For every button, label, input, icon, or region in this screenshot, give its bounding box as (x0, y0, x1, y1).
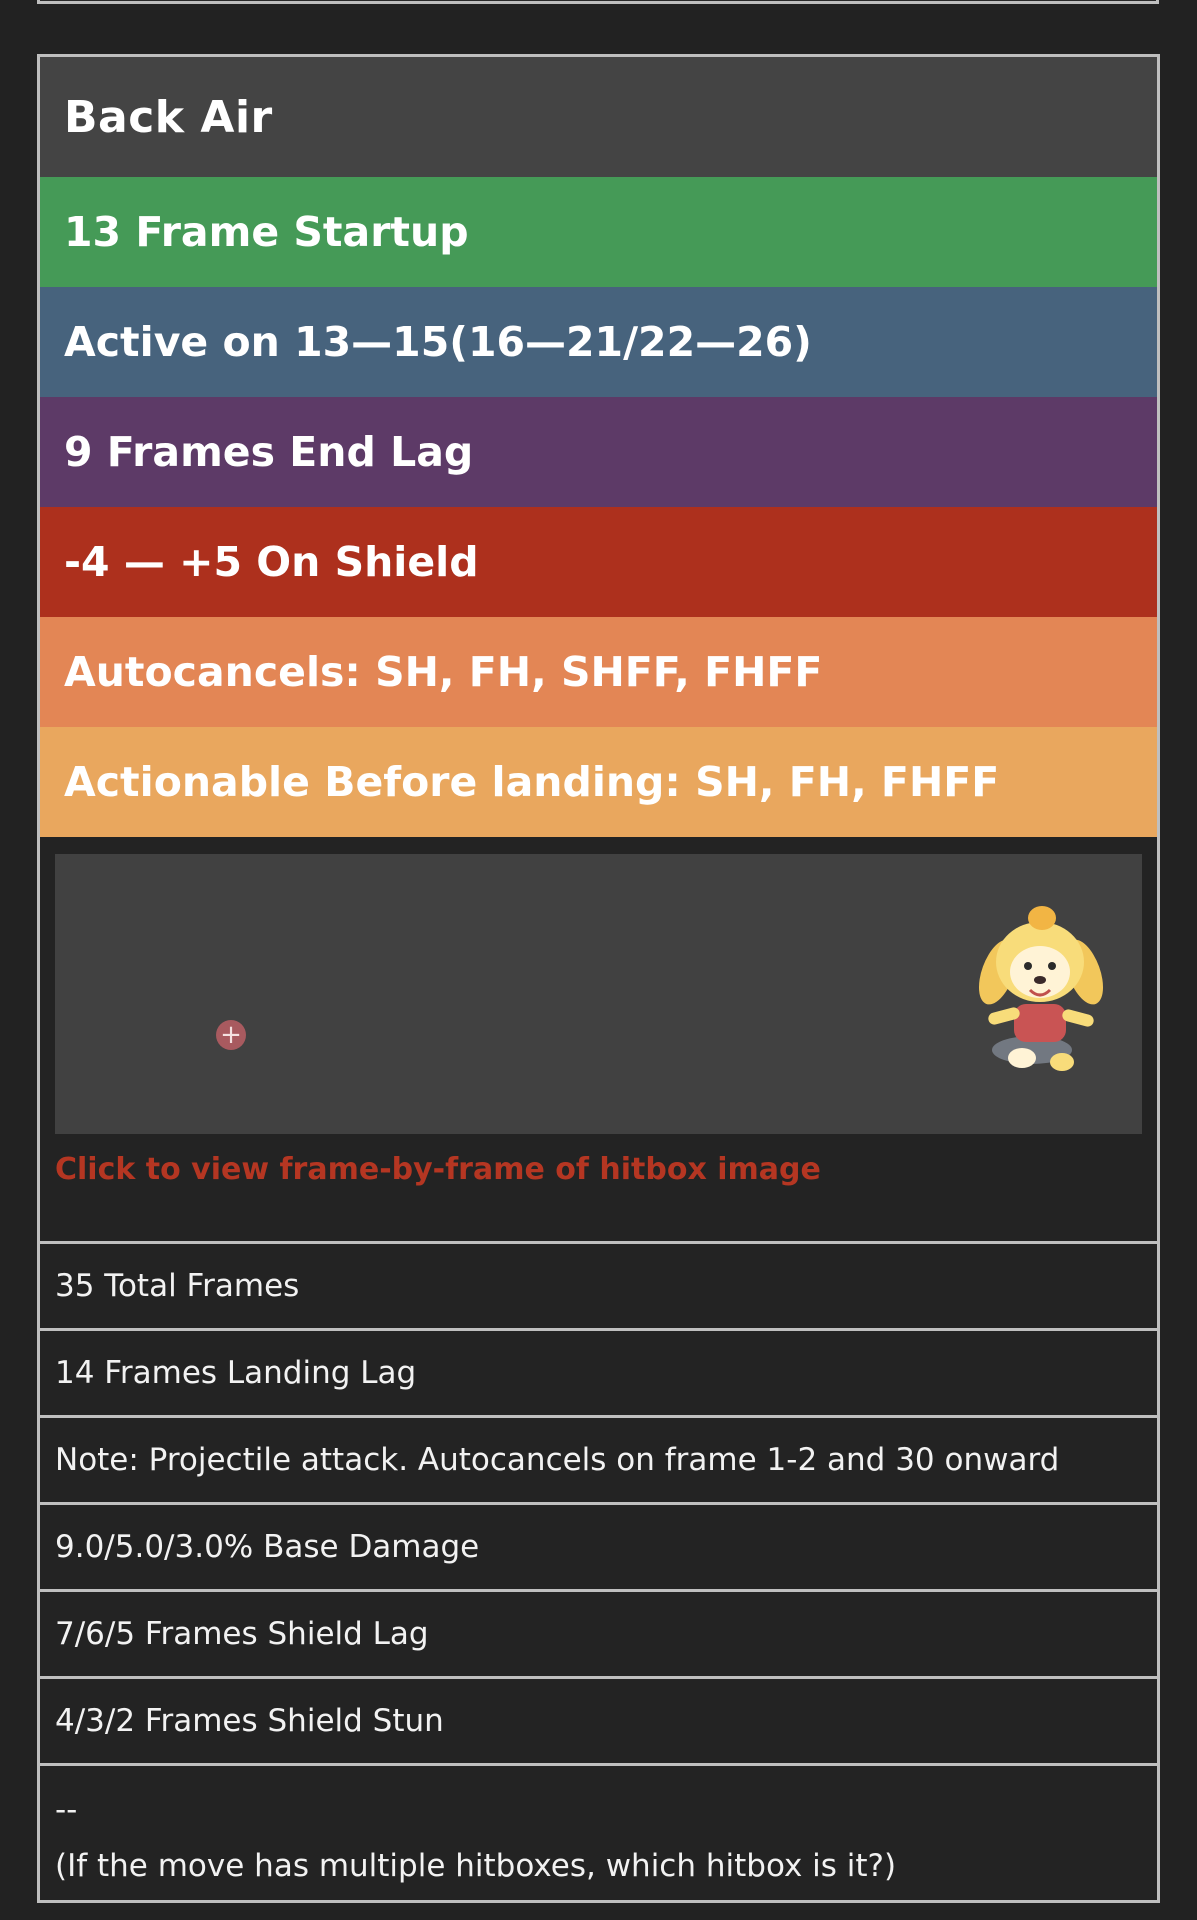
hitbox-note-dashes: -- (55, 1791, 78, 1828)
landing-lag-row: 14 Frames Landing Lag (40, 1328, 1157, 1415)
active-frames-band: Active on 13—15(16—21/22—26) (40, 287, 1157, 397)
hitbox-note-text: (If the move has multiple hitboxes, whic… (55, 1847, 897, 1884)
hitbox-section: + Click to view frame-by-frame of hitbox… (40, 837, 1157, 1241)
end-lag-band: 9 Frames End Lag (40, 397, 1157, 507)
actionable-band: Actionable Before landing: SH, FH, FHFF (40, 727, 1157, 837)
isabelle-character-icon (978, 906, 1104, 1071)
move-title: Back Air (64, 91, 273, 143)
hitbox-note-row: -- (If the move has multiple hitboxes, w… (40, 1763, 1157, 1909)
shield-stun-row: 4/3/2 Frames Shield Stun (40, 1676, 1157, 1763)
base-damage-row: 9.0/5.0/3.0% Base Damage (40, 1502, 1157, 1589)
on-shield-band: -4 — +5 On Shield (40, 507, 1157, 617)
hitbox-frames-link[interactable]: Click to view frame-by-frame of hitbox i… (55, 1152, 1142, 1187)
shield-lag-row: 7/6/5 Frames Shield Lag (40, 1589, 1157, 1676)
previous-card-edge (37, 0, 1159, 4)
startup-band: 13 Frame Startup (40, 177, 1157, 287)
hitbox-marker-icon: + (216, 1020, 246, 1050)
move-card: Back Air 13 Frame Startup Active on 13—1… (37, 54, 1160, 1903)
autocancels-band: Autocancels: SH, FH, SHFF, FHFF (40, 617, 1157, 727)
hitbox-image[interactable]: + (55, 854, 1142, 1134)
move-header: Back Air (40, 57, 1157, 177)
note-row: Note: Projectile attack. Autocancels on … (40, 1415, 1157, 1502)
total-frames-row: 35 Total Frames (40, 1241, 1157, 1328)
